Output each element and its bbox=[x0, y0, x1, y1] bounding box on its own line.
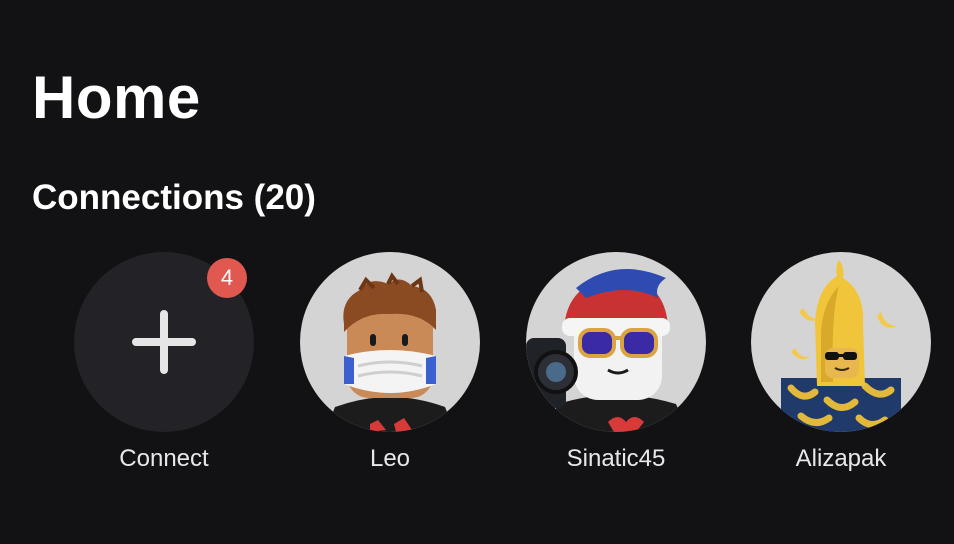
friend-name: Leo bbox=[369, 445, 411, 472]
connect-label: Connect bbox=[119, 445, 209, 472]
avatar-image bbox=[526, 269, 688, 432]
connections-carousel: 4 Connect Leo Sinatic45 Alizapak bbox=[0, 252, 954, 492]
avatar[interactable] bbox=[751, 252, 931, 432]
friend-tile-leo[interactable]: Leo bbox=[277, 252, 503, 482]
page-title: Home bbox=[32, 64, 201, 131]
home-screen: Home Connections (20) 4 Connect Leo Sina… bbox=[0, 0, 954, 544]
connections-header[interactable]: Connections (20) bbox=[32, 175, 316, 221]
connect-tile[interactable]: 4 Connect bbox=[51, 252, 277, 482]
avatar-image bbox=[781, 260, 901, 432]
avatar-image bbox=[325, 272, 455, 432]
avatar[interactable] bbox=[300, 252, 480, 432]
avatar[interactable] bbox=[526, 252, 706, 432]
friend-tile-alizapak[interactable]: Alizapak bbox=[728, 252, 954, 482]
friend-tile-sinatic45[interactable]: Sinatic45 bbox=[503, 252, 729, 482]
friend-name: Alizapak bbox=[795, 445, 887, 472]
notification-badge: 4 bbox=[207, 258, 247, 298]
friend-name: Sinatic45 bbox=[566, 445, 666, 472]
